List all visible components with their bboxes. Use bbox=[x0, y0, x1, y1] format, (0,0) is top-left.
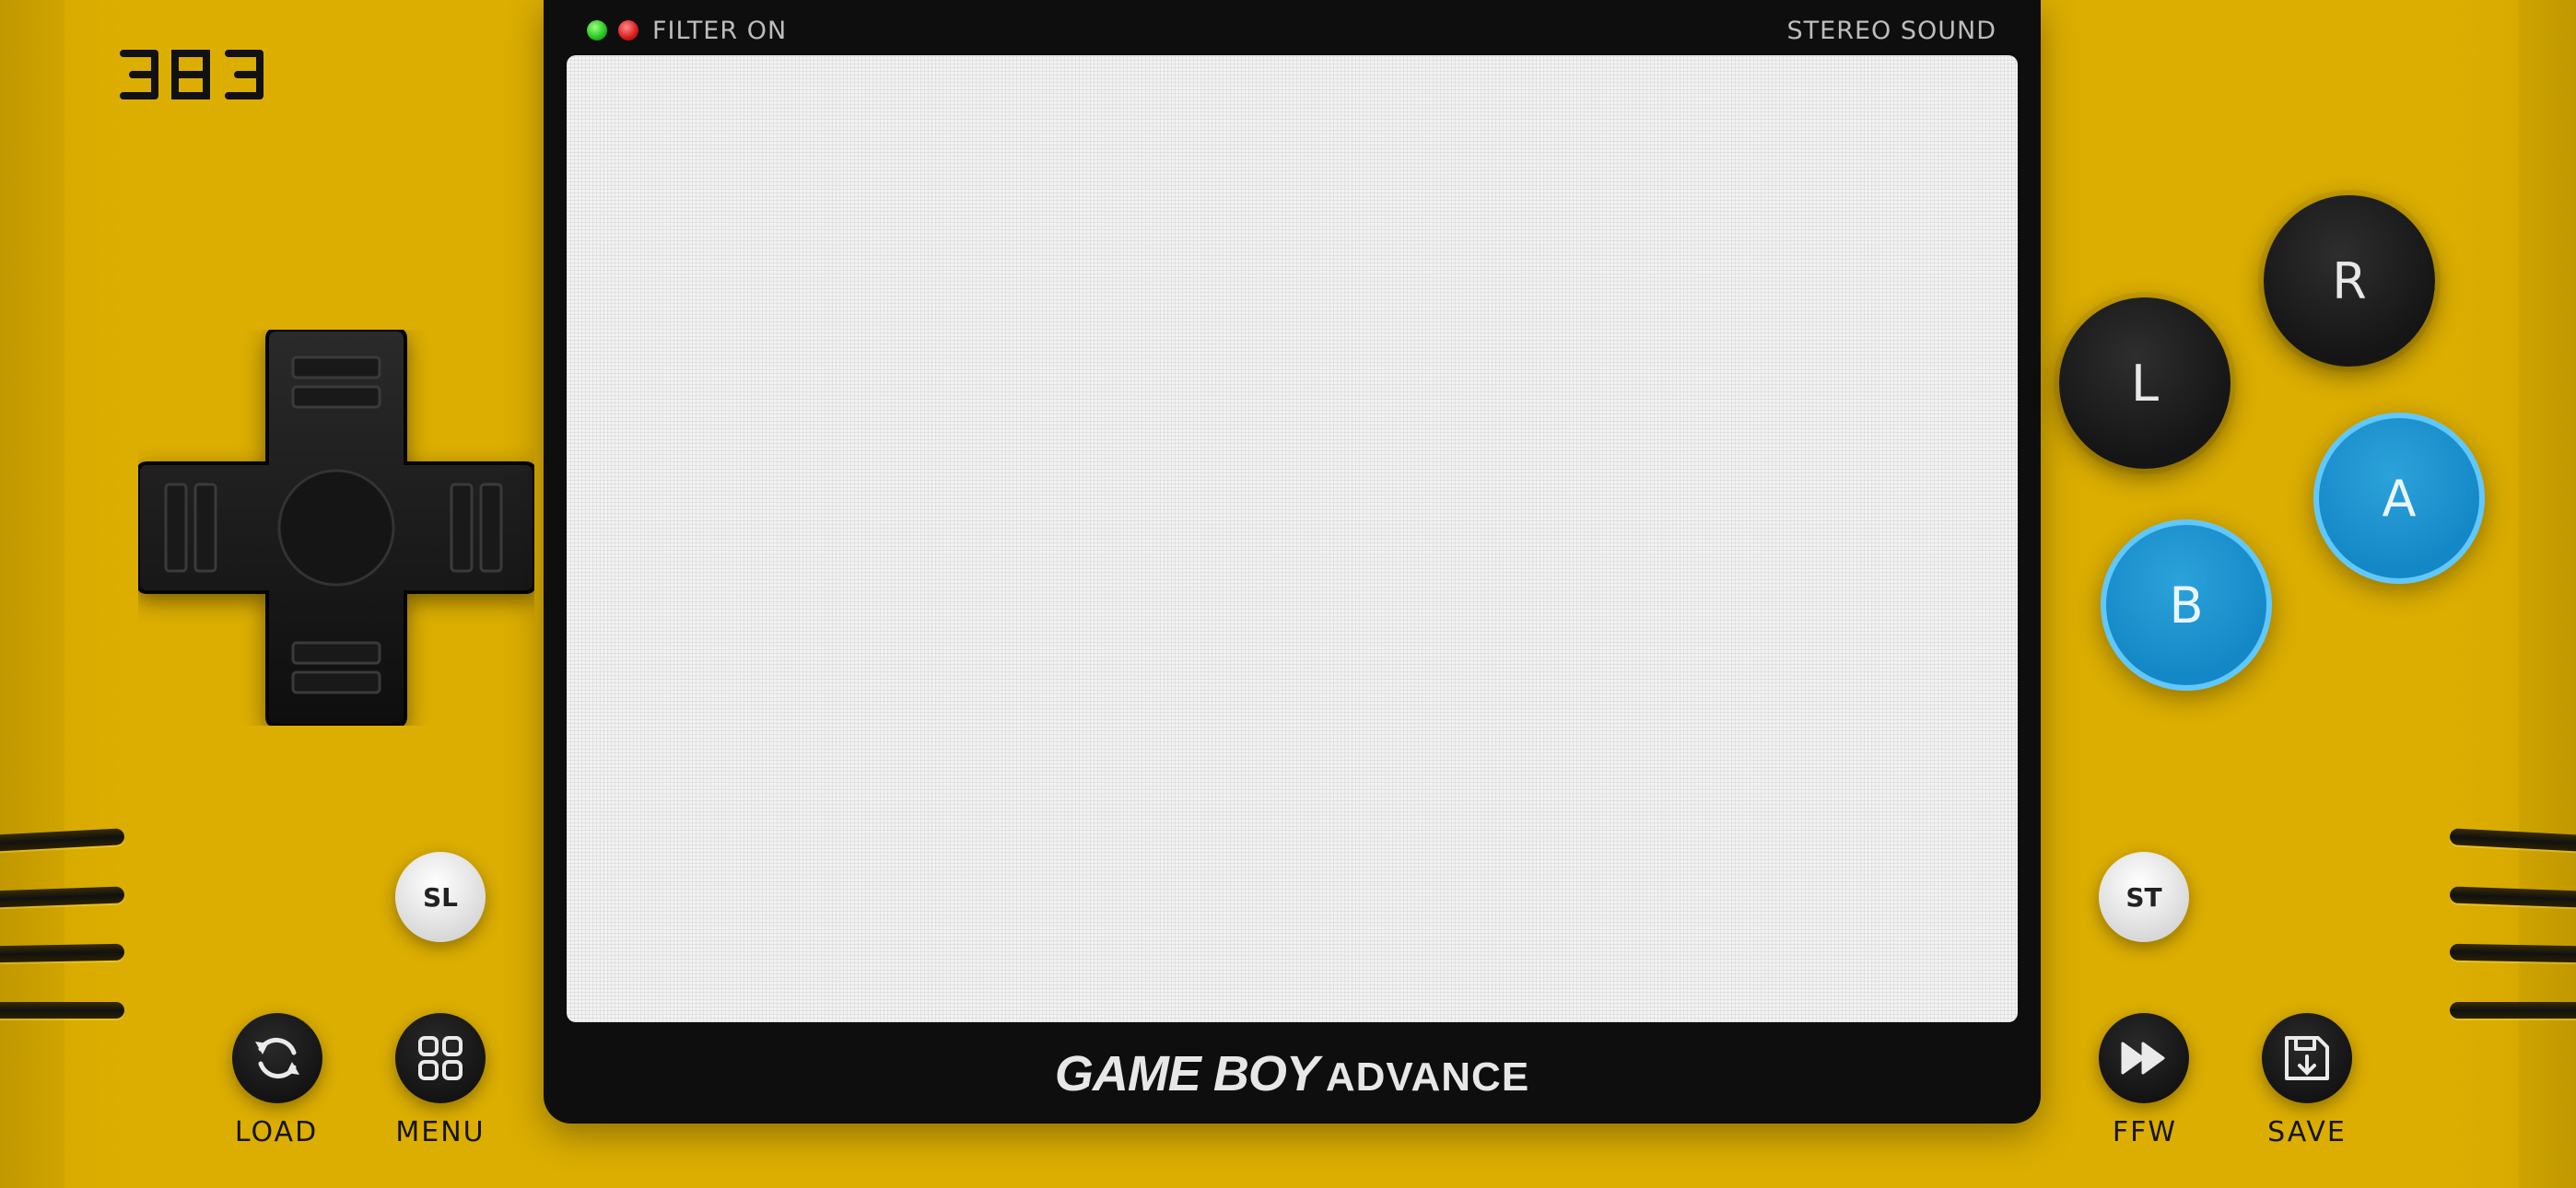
power-led-green bbox=[587, 20, 607, 41]
ffw-label: FFW bbox=[2112, 1116, 2178, 1148]
power-led-red bbox=[618, 20, 638, 41]
start-button[interactable]: ST bbox=[2099, 852, 2189, 942]
load-button[interactable] bbox=[232, 1013, 322, 1103]
save-button[interactable] bbox=[2262, 1013, 2352, 1103]
save-label: SAVE bbox=[2267, 1116, 2347, 1148]
select-button[interactable]: SL bbox=[395, 852, 486, 942]
b-button[interactable]: B bbox=[2101, 519, 2272, 691]
emulator-logo bbox=[120, 50, 263, 99]
refresh-icon bbox=[255, 1037, 299, 1079]
r-button[interactable]: R bbox=[2264, 195, 2435, 367]
menu-label: MENU bbox=[395, 1116, 486, 1148]
game-screen[interactable] bbox=[567, 55, 2018, 1022]
brand-sub-text: ADVANCE bbox=[1325, 1054, 1530, 1100]
speaker-grille-left-4 bbox=[0, 1002, 124, 1019]
speaker-grille-right-3 bbox=[2449, 943, 2576, 963]
speaker-grille-right-4 bbox=[2450, 1002, 2576, 1019]
filter-toggle[interactable]: FILTER ON bbox=[652, 17, 787, 45]
load-label: LOAD bbox=[234, 1116, 319, 1148]
l-button[interactable]: L bbox=[2059, 297, 2231, 469]
a-button[interactable]: A bbox=[2313, 413, 2485, 584]
dpad[interactable] bbox=[138, 330, 534, 726]
fast-forward-icon bbox=[2121, 1042, 2165, 1075]
gba-brand-logo: GAME BOY ADVANCE bbox=[544, 1045, 2041, 1102]
grid-icon bbox=[418, 1036, 463, 1080]
speaker-grille-right-2 bbox=[2449, 886, 2576, 908]
floppy-save-icon bbox=[2285, 1036, 2329, 1080]
console-frame: FILTER ON STEREO SOUND GAME BOY ADVANCE bbox=[544, 0, 2041, 1124]
ffw-button[interactable] bbox=[2099, 1013, 2189, 1103]
menu-button[interactable] bbox=[395, 1013, 486, 1103]
speaker-grille-left-2 bbox=[0, 886, 125, 908]
stereo-sound-label: STEREO SOUND bbox=[1786, 17, 1996, 45]
brand-main-text: GAME BOY bbox=[1054, 1046, 1319, 1101]
speaker-grille-left-3 bbox=[0, 943, 125, 963]
